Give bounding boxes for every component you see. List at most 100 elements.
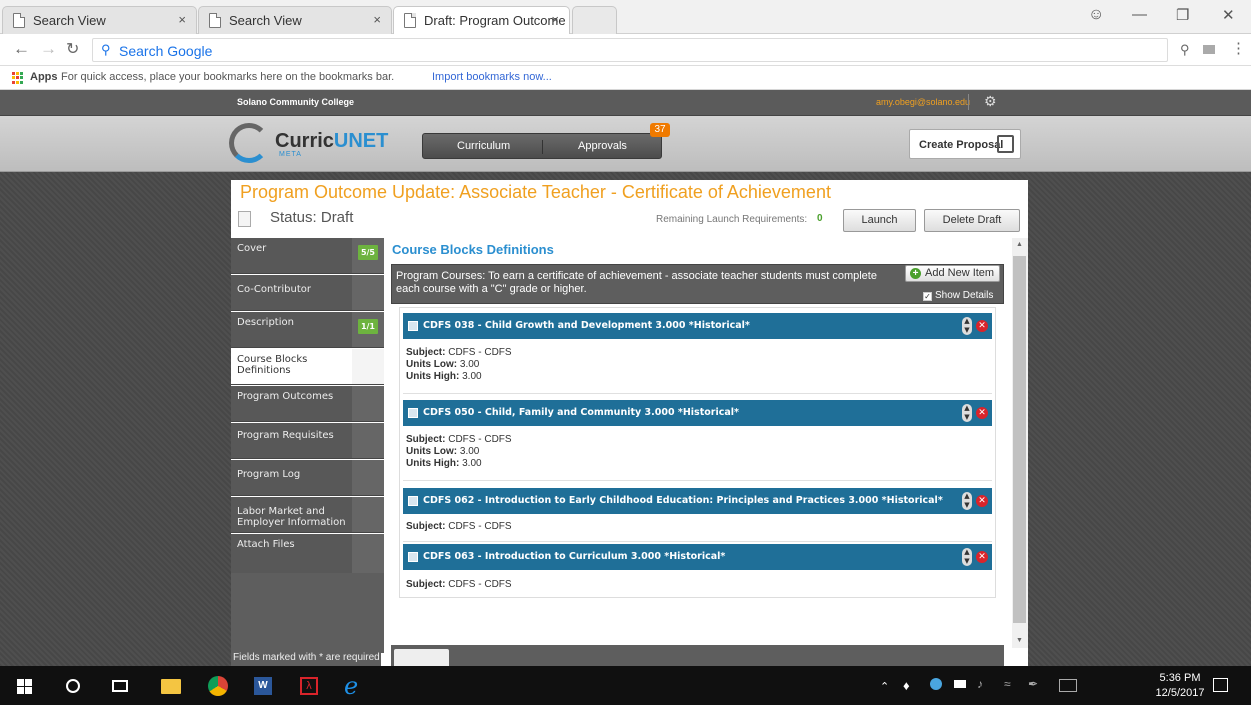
course-row[interactable]: CDFS 038 - Child Growth and Development … — [403, 313, 992, 339]
divider — [403, 541, 992, 542]
defender-icon[interactable]: ♦ — [903, 678, 910, 698]
tab-search-view-2[interactable]: Search View × — [198, 6, 392, 34]
tab-search-view-1[interactable]: Search View × — [2, 6, 197, 34]
course-row[interactable]: CDFS 062 - Introduction to Early Childho… — [403, 488, 992, 514]
scroll-down-arrow[interactable]: ▼ — [1016, 637, 1023, 644]
cortana-search-icon[interactable] — [66, 679, 80, 693]
close-icon[interactable]: × — [551, 12, 559, 27]
battery-icon[interactable] — [954, 680, 966, 688]
sidebar-item-stripe — [352, 534, 384, 573]
sidebar-item-description[interactable]: Description 1/1 — [231, 312, 384, 348]
edit-icon[interactable] — [408, 408, 418, 418]
course-row[interactable]: CDFS 063 - Introduction to Curriculum 3.… — [403, 544, 992, 570]
profile-icon[interactable]: ☺ — [1088, 6, 1104, 24]
subject-value: CDFS - CDFS — [448, 434, 512, 445]
internet-explorer-icon[interactable]: e — [344, 672, 358, 700]
word-icon[interactable]: W — [254, 677, 272, 695]
bottom-tab[interactable] — [394, 649, 449, 666]
network-app-icon[interactable] — [930, 678, 942, 690]
apps-link[interactable]: Apps — [30, 71, 58, 83]
course-title: CDFS 063 - Introduction to Curriculum 3.… — [423, 551, 726, 562]
scroll-up-arrow[interactable]: ▲ — [1016, 241, 1023, 248]
restore-button[interactable]: ❐ — [1176, 6, 1189, 24]
add-new-item-button[interactable]: + Add New Item — [905, 265, 1000, 282]
task-view-icon[interactable] — [112, 680, 128, 692]
system-clock[interactable]: 5:36 PM 12/5/2017 — [1155, 671, 1205, 701]
sidebar-item-labor-market[interactable]: Labor Market and Employer Information — [231, 497, 384, 533]
key-icon[interactable]: ⚲ — [1180, 42, 1190, 58]
pen-icon[interactable]: ✒ — [1028, 677, 1038, 697]
windows-start-icon[interactable] — [17, 679, 32, 694]
left-nav-footer — [231, 573, 384, 653]
forward-icon[interactable]: → — [40, 39, 57, 59]
reorder-icon[interactable]: ▲ ▼ — [962, 492, 972, 510]
sidebar-item-attach-files[interactable]: Attach Files — [231, 534, 384, 574]
file-explorer-icon[interactable] — [161, 679, 181, 694]
gear-icon[interactable]: ⚙ — [984, 93, 997, 110]
close-icon[interactable]: × — [178, 12, 186, 27]
reorder-icon[interactable]: ▲ ▼ — [962, 317, 972, 335]
tab-draft-program-outcome[interactable]: Draft: Program Outcome × — [393, 6, 570, 35]
sidebar-item-label: Description — [237, 317, 294, 328]
sidebar-item-cover[interactable]: Cover 5/5 — [231, 238, 384, 274]
show-details-toggle[interactable]: ✓ Show Details — [923, 290, 993, 301]
sidebar-item-program-log[interactable]: Program Log — [231, 460, 384, 496]
action-center-icon[interactable] — [1213, 678, 1228, 692]
edit-icon[interactable] — [408, 321, 418, 331]
sidebar-item-program-requisites[interactable]: Program Requisites — [231, 423, 384, 459]
units-high-label: Units High: — [406, 458, 460, 469]
import-bookmarks-link[interactable]: Import bookmarks now... — [432, 71, 552, 83]
page-icon — [13, 13, 25, 28]
tab-label: Search View — [33, 13, 106, 28]
new-tab-button[interactable] — [572, 6, 617, 34]
delete-icon[interactable]: ✕ — [976, 320, 988, 332]
delete-icon[interactable]: ✕ — [976, 551, 988, 563]
page-icon — [209, 13, 221, 28]
launch-button[interactable]: Launch — [843, 209, 916, 232]
user-email[interactable]: amy.obegi@solano.edu — [876, 97, 970, 107]
omnibox-placeholder: Search Google — [119, 43, 213, 59]
menu-icon[interactable]: ⋮ — [1231, 39, 1246, 57]
sidebar-item-program-outcomes[interactable]: Program Outcomes — [231, 386, 384, 422]
sidebar-item-label: Co-Contributor — [237, 284, 311, 295]
sidebar-item-label: Labor Market and Employer Information — [237, 506, 346, 528]
curriculum-link[interactable]: Curriculum — [457, 140, 510, 152]
close-icon[interactable]: × — [373, 12, 381, 27]
approvals-link[interactable]: Approvals — [578, 140, 627, 152]
edit-icon[interactable] — [408, 496, 418, 506]
back-icon[interactable]: ← — [13, 39, 30, 59]
section-heading: Course Blocks Definitions — [392, 242, 554, 257]
delete-icon[interactable]: ✕ — [976, 407, 988, 419]
page-icon — [404, 13, 416, 28]
scrollbar-thumb[interactable] — [1013, 256, 1026, 623]
volume-icon[interactable]: ♪ — [977, 677, 983, 697]
apps-grid-icon[interactable] — [12, 72, 24, 84]
subject-value: CDFS - CDFS — [448, 579, 512, 590]
omnibox[interactable]: ⚲ Search Google — [92, 38, 1168, 62]
wifi-icon[interactable]: ≈ — [1004, 677, 1011, 697]
sidebar-item-label: Cover — [237, 243, 267, 254]
extension-icon[interactable] — [1203, 45, 1215, 54]
chrome-icon[interactable] — [208, 676, 228, 696]
reorder-icon[interactable]: ▲ ▼ — [962, 404, 972, 422]
course-row[interactable]: CDFS 050 - Child, Family and Community 3… — [403, 400, 992, 426]
acrobat-icon[interactable]: λ — [300, 677, 318, 695]
sidebar-item-course-blocks[interactable]: Course Blocks Definitions — [231, 349, 384, 385]
create-proposal-button[interactable]: Create Proposal — [909, 129, 1021, 159]
completion-badge: 1/1 — [357, 319, 378, 334]
checkbox-checked-icon[interactable]: ✓ — [923, 292, 932, 301]
edit-icon[interactable] — [408, 552, 418, 562]
reload-icon[interactable]: ↻ — [66, 39, 79, 59]
keyboard-icon[interactable] — [1059, 679, 1077, 692]
header-divider — [968, 94, 969, 110]
close-window-button[interactable]: ✕ — [1222, 6, 1235, 24]
show-hidden-icons[interactable]: ⌃ — [880, 680, 889, 700]
minimize-button[interactable]: — — [1132, 6, 1147, 23]
reorder-icon[interactable]: ▲ ▼ — [962, 548, 972, 566]
course-details: Subject: CDFS - CDFS — [406, 521, 512, 533]
sidebar-item-stripe — [352, 386, 384, 421]
sidebar-item-co-contributor[interactable]: Co-Contributor — [231, 275, 384, 311]
delete-icon[interactable]: ✕ — [976, 495, 988, 507]
delete-draft-button[interactable]: Delete Draft — [924, 209, 1020, 232]
sidebar-item-label: Program Requisites — [237, 430, 334, 441]
